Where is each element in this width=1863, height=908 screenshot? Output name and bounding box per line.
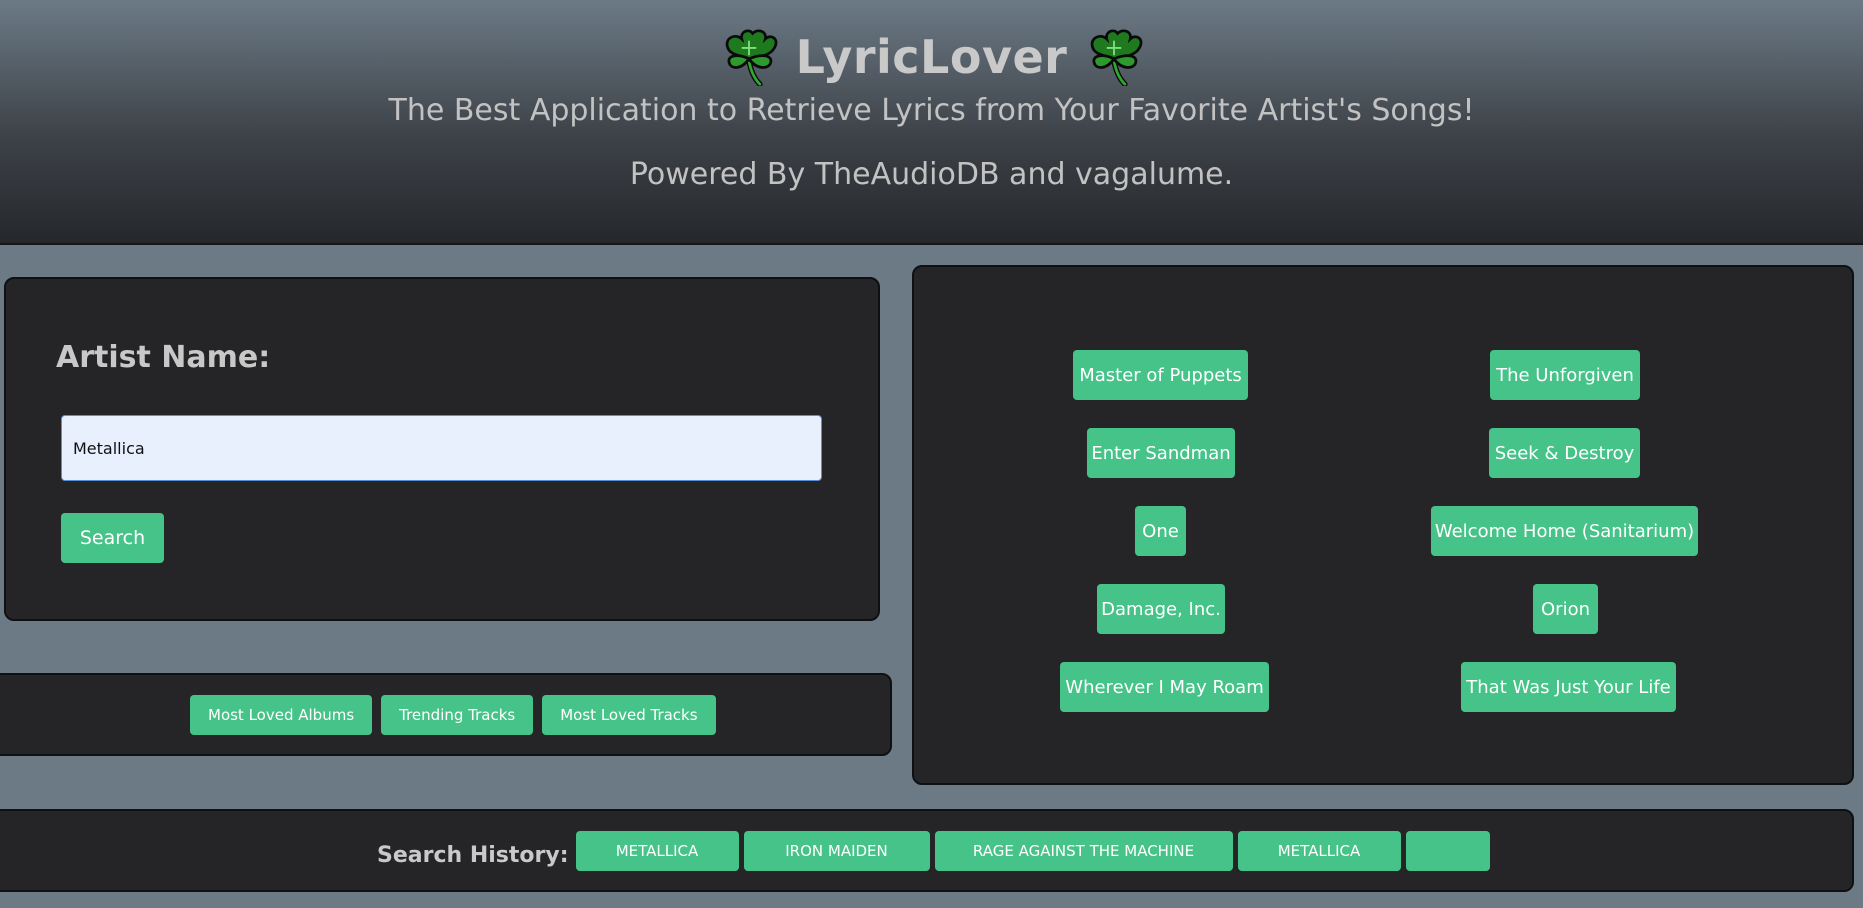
history-item-button[interactable]: RAGE AGAINST THE MACHINE	[934, 831, 1233, 871]
shamrock-icon	[1091, 29, 1143, 86]
tracks-panel	[912, 265, 1854, 785]
charts-button-group: Most Loved Albums Trending Tracks Most L…	[190, 695, 716, 735]
artist-name-input[interactable]	[61, 415, 822, 481]
track-button[interactable]: Orion	[1533, 584, 1598, 634]
app-title: LyricLover	[795, 30, 1068, 84]
search-history-label: Search History:	[377, 842, 569, 868]
search-button[interactable]: Search	[61, 513, 164, 563]
track-button[interactable]: Wherever I May Roam	[1060, 662, 1269, 712]
track-button[interactable]: Master of Puppets	[1073, 350, 1248, 400]
tagline: The Best Application to Retrieve Lyrics …	[388, 93, 1475, 128]
history-item-button[interactable]: METALLICA	[1237, 831, 1401, 871]
app-header: LyricLover The Best Application to Retri…	[0, 0, 1863, 245]
history-item-button[interactable]: METALLICA	[575, 831, 739, 871]
most-loved-tracks-button[interactable]: Most Loved Tracks	[542, 695, 716, 735]
track-button[interactable]: Enter Sandman	[1087, 428, 1235, 478]
track-button[interactable]: The Unforgiven	[1490, 350, 1640, 400]
track-button[interactable]: Welcome Home (Sanitarium)	[1431, 506, 1698, 556]
history-item-button[interactable]	[1405, 831, 1490, 871]
shamrock-icon	[725, 29, 778, 86]
most-loved-albums-button[interactable]: Most Loved Albums	[190, 695, 373, 735]
history-item-button[interactable]: IRON MAIDEN	[743, 831, 930, 871]
trending-tracks-button[interactable]: Trending Tracks	[381, 695, 534, 735]
search-history-row: Search History: METALLICA IRON MAIDEN RA…	[377, 831, 1490, 871]
title-row: LyricLover	[0, 28, 1863, 86]
track-button[interactable]: Seek & Destroy	[1489, 428, 1640, 478]
track-button[interactable]: Damage, Inc.	[1097, 584, 1225, 634]
track-button[interactable]: One	[1135, 506, 1186, 556]
powered-by-text: Powered By TheAudioDB and vagalume.	[629, 157, 1234, 192]
artist-name-label: Artist Name:	[56, 340, 271, 375]
track-button[interactable]: That Was Just Your Life	[1461, 662, 1676, 712]
